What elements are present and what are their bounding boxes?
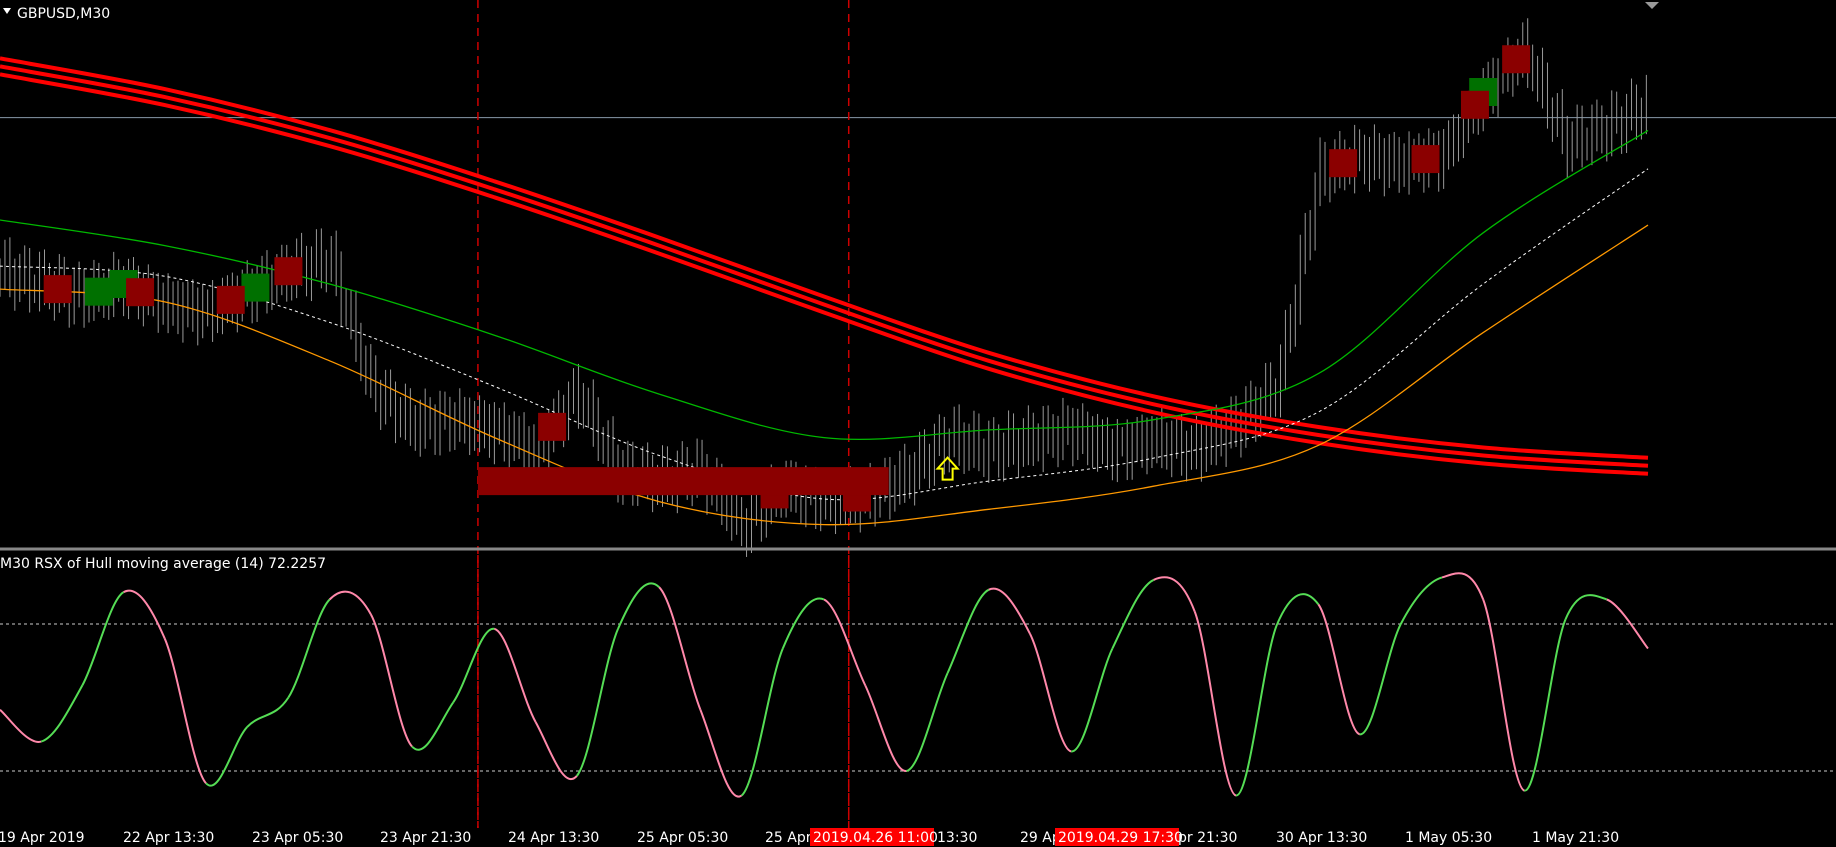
bearish-box-marker: [274, 257, 303, 286]
indicator-title: M30 RSX of Hull moving average (14) 72.2…: [0, 556, 326, 572]
time-tick-label: pr 21:30: [1178, 830, 1237, 846]
vline-time-label: 2019.04.26 11:00: [813, 830, 938, 846]
bearish-box-marker: [216, 285, 245, 314]
symbol-title: GBPUSD,M30: [17, 6, 110, 22]
symbol-title-group: GBPUSD,M30: [3, 6, 110, 22]
price-chart-canvas[interactable]: GBPUSD,M30 M30 RSX of Hull moving averag…: [0, 0, 1836, 847]
time-tick-label: 23 Apr 21:30: [380, 830, 471, 846]
time-tick-label: 29 Ap: [1020, 830, 1061, 846]
bearish-box-marker: [1460, 90, 1489, 119]
time-tick-label: 13:30: [937, 830, 977, 846]
time-tick-label: 24 Apr 13:30: [508, 830, 599, 846]
bullish-box-marker: [84, 277, 113, 306]
time-tick-label: 25 Apr 05:30: [637, 830, 728, 846]
bearish-box-marker: [1502, 45, 1531, 74]
time-tick-label: 22 Apr 13:30: [123, 830, 214, 846]
time-tick-label: 23 Apr 05:30: [252, 830, 343, 846]
time-tick-label: 1 May 05:30: [1405, 830, 1492, 846]
bearish-box-marker: [126, 278, 155, 307]
bearish-zone-marker: [477, 467, 889, 496]
bullish-box-marker: [241, 273, 270, 302]
time-tick-label: 30 Apr 13:30: [1276, 830, 1367, 846]
bearish-box-marker: [1411, 145, 1440, 174]
bearish-box-marker: [538, 412, 567, 441]
time-tick-label: 25 Apr: [765, 830, 812, 846]
bearish-box-marker: [1329, 149, 1358, 178]
vline-time-label: 2019.04.29 17:30: [1058, 830, 1183, 846]
trading-chart-window: GBPUSD,M30 M30 RSX of Hull moving averag…: [0, 0, 1836, 847]
chart-background: [0, 0, 1836, 847]
time-tick-label: 1 May 21:30: [1532, 830, 1619, 846]
bearish-box-marker: [43, 275, 72, 304]
time-tick-label: 19 Apr 2019: [0, 830, 85, 846]
